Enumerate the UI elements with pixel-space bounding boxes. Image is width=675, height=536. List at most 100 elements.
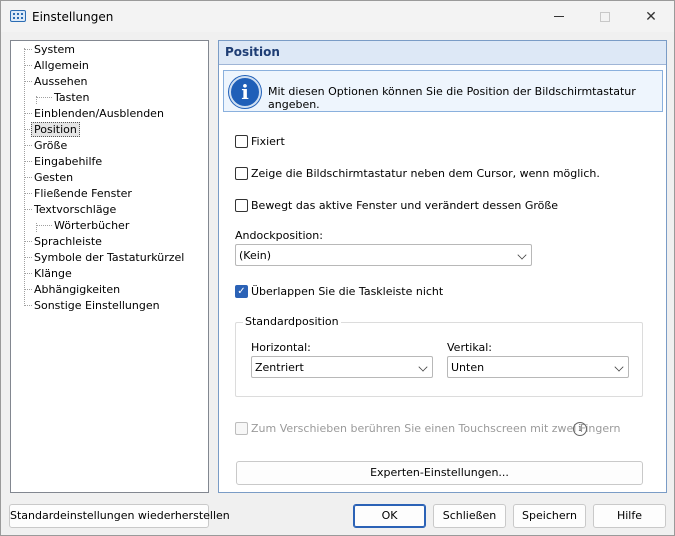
checkbox-box	[235, 422, 248, 435]
dock-position-value: (Kein)	[239, 249, 272, 262]
settings-window: Einstellungen ✕ System Allgemein Aussehe…	[0, 0, 675, 536]
dock-label: Andockposition:	[235, 229, 323, 242]
panel-title: Position	[225, 45, 280, 59]
tree-item-textvorschlaege[interactable]: Textvorschläge	[34, 202, 116, 217]
tree-item-label: Klänge	[34, 267, 72, 280]
tree-connector	[24, 49, 32, 50]
tree-connector	[24, 113, 32, 114]
horizontal-select[interactable]: Zentriert	[251, 356, 433, 378]
tree-item-label: Gesten	[34, 171, 74, 184]
horizontal-value: Zentriert	[255, 361, 304, 374]
window-title: Einstellungen	[32, 10, 114, 24]
tree-item-label: Abhängigkeiten	[34, 283, 121, 296]
info-box: i Mit diesen Optionen können Sie die Pos…	[223, 70, 663, 112]
expert-settings-button[interactable]: Experten-Einstellungen...	[236, 461, 643, 485]
tree-connector	[24, 273, 32, 274]
checkbox-label: Fixiert	[251, 135, 285, 148]
tree-connector	[24, 161, 32, 162]
tree-item-label: Wörterbücher	[54, 219, 130, 232]
standard-position-group: Standardposition Horizontal: Zentriert V…	[235, 315, 643, 397]
minimize-button[interactable]	[536, 1, 582, 32]
tree-item-gesten[interactable]: Gesten	[34, 170, 73, 185]
chevron-down-icon	[614, 362, 624, 372]
tree-item-fliessende-fenster[interactable]: Fließende Fenster	[34, 186, 132, 201]
tree-connector	[24, 289, 32, 290]
tree-item-label: Position	[31, 122, 80, 137]
tree-item-symbole[interactable]: Symbole der Tastaturkürzel	[34, 250, 184, 265]
ok-button[interactable]: OK	[353, 504, 426, 528]
checkbox-box[interactable]	[235, 167, 248, 180]
checkbox-box[interactable]	[235, 199, 248, 212]
info-circle-icon[interactable]: i	[573, 422, 587, 436]
tree-connector	[24, 65, 32, 66]
tree-item-label: Größe	[34, 139, 68, 152]
tree-item-einblenden[interactable]: Einblenden/Ausblenden	[34, 106, 164, 121]
checkbox-label: Bewegt das aktive Fenster und verändert …	[251, 199, 559, 212]
checkbox-label: Zeige die Bildschirmtastatur neben dem C…	[251, 167, 600, 180]
panel-header: Position	[219, 41, 666, 65]
checkbox-box[interactable]	[235, 135, 248, 148]
tree-item-label: Eingabehilfe	[34, 155, 103, 168]
checkbox-label: Überlappen Sie die Taskleiste nicht	[251, 285, 444, 298]
tree-item-label: Aussehen	[34, 75, 88, 88]
keyboard-icon	[10, 10, 26, 22]
tree-item-aussehen[interactable]: Aussehen	[34, 74, 87, 89]
tree-connector	[24, 177, 32, 178]
help-button[interactable]: Hilfe	[593, 504, 666, 528]
chevron-down-icon	[418, 362, 428, 372]
restore-defaults-button[interactable]: Standardeinstellungen wiederherstellen	[9, 504, 230, 528]
tree-item-label: Textvorschläge	[34, 203, 117, 216]
close-dialog-button[interactable]: Schließen	[433, 504, 506, 528]
info-text: Mit diesen Optionen können Sie die Posit…	[268, 85, 636, 111]
tree-item-sprachleiste[interactable]: Sprachleiste	[34, 234, 102, 249]
settings-tree[interactable]: System Allgemein Aussehen Tasten Einblen…	[10, 40, 209, 493]
position-panel: Position i Mit diesen Optionen können Si…	[218, 40, 667, 493]
close-button[interactable]: ✕	[628, 1, 674, 32]
tree-connector	[24, 81, 32, 82]
tree-item-label: Einblenden/Ausblenden	[34, 107, 164, 120]
tree-item-label: Tasten	[54, 91, 90, 104]
tree-item-system[interactable]: System	[34, 42, 75, 57]
tree-connector	[24, 305, 32, 306]
tree-item-eingabehilfe[interactable]: Eingabehilfe	[34, 154, 102, 169]
tree-item-label: Sonstige Einstellungen	[34, 299, 160, 312]
maximize-button	[582, 1, 628, 32]
tree-connector	[24, 193, 32, 194]
tree-item-abhaengigkeiten[interactable]: Abhängigkeiten	[34, 282, 120, 297]
checkbox-box[interactable]: ✓	[235, 285, 248, 298]
tree-item-label: Symbole der Tastaturkürzel	[34, 251, 185, 264]
near-cursor-checkbox[interactable]: Zeige die Bildschirmtastatur neben dem C…	[235, 166, 600, 182]
checkbox-label: Zum Verschieben berühren Sie einen Touch…	[251, 422, 621, 435]
tree-item-label: Sprachleiste	[34, 235, 102, 248]
tree-item-label: Fließende Fenster	[34, 187, 132, 200]
dock-position-select[interactable]: (Kein)	[235, 244, 532, 266]
info-icon: i	[229, 76, 261, 108]
vertical-select[interactable]: Unten	[447, 356, 629, 378]
tree-item-position[interactable]: Position	[31, 122, 80, 137]
move-window-checkbox[interactable]: Bewegt das aktive Fenster und verändert …	[235, 198, 558, 214]
fixed-checkbox[interactable]: Fixiert	[235, 134, 315, 150]
minimize-icon	[554, 16, 564, 17]
tree-connector	[24, 257, 32, 258]
vertical-value: Unten	[451, 361, 485, 374]
tree-item-groesse[interactable]: Größe	[34, 138, 67, 153]
tree-connector	[36, 225, 52, 226]
tree-item-allgemein[interactable]: Allgemein	[34, 58, 89, 73]
tree-item-label: System	[34, 43, 76, 56]
vertical-label: Vertikal:	[447, 341, 493, 354]
maximize-icon	[600, 11, 610, 22]
tree-item-label: Allgemein	[34, 59, 89, 72]
close-icon: ✕	[645, 8, 657, 25]
tree-connector	[24, 145, 32, 146]
tree-item-woerterbuecher[interactable]: Wörterbücher	[54, 218, 129, 233]
horizontal-label: Horizontal:	[251, 341, 311, 354]
no-overlap-checkbox[interactable]: ✓ Überlappen Sie die Taskleiste nicht	[235, 284, 443, 300]
tree-item-sonstige[interactable]: Sonstige Einstellungen	[34, 298, 160, 313]
tree-item-tasten[interactable]: Tasten	[54, 90, 89, 105]
save-button[interactable]: Speichern	[513, 504, 586, 528]
group-title: Standardposition	[243, 315, 341, 328]
tree-item-klaenge[interactable]: Klänge	[34, 266, 72, 281]
touch-move-checkbox: Zum Verschieben berühren Sie einen Touch…	[235, 421, 620, 437]
title-bar: Einstellungen ✕	[1, 1, 674, 32]
tree-connector	[24, 241, 32, 242]
